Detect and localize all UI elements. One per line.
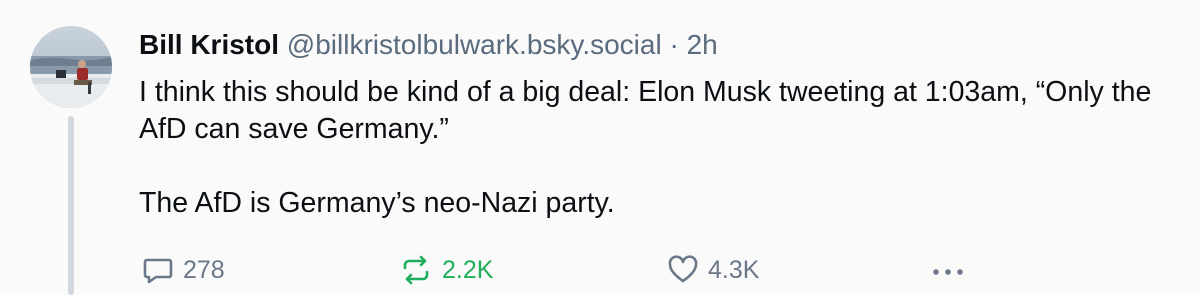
- post-card[interactable]: Bill Kristol @billkristolbulwark.bsky.so…: [0, 0, 1200, 295]
- like-count: 4.3K: [708, 255, 760, 284]
- avatar-photo: [30, 26, 112, 108]
- more-dots-icon: [933, 269, 963, 275]
- thread-line: [68, 116, 74, 295]
- author-handle[interactable]: @billkristolbulwark.bsky.social: [287, 29, 662, 60]
- like-button[interactable]: 4.3K: [668, 252, 759, 288]
- post-text: I think this should be kind of a big dea…: [139, 74, 1179, 222]
- post-header: Bill Kristol @billkristolbulwark.bsky.so…: [139, 27, 718, 63]
- repost-button[interactable]: 2.2K: [400, 252, 493, 288]
- reply-count: 278: [183, 255, 225, 284]
- more-options-button[interactable]: [930, 252, 966, 288]
- speech-bubble-icon: [143, 258, 173, 284]
- reply-button[interactable]: 278: [143, 252, 225, 288]
- author-name[interactable]: Bill Kristol: [139, 29, 279, 60]
- heart-icon: [668, 255, 698, 283]
- repost-arrows-icon: [403, 255, 429, 285]
- post-paragraph: The AfD is Germany’s neo-Nazi party.: [139, 187, 615, 219]
- post-timestamp[interactable]: 2h: [687, 29, 718, 60]
- avatar[interactable]: [30, 26, 112, 108]
- post-paragraph: I think this should be kind of a big dea…: [139, 76, 1152, 145]
- separator-dot: ·: [669, 29, 679, 60]
- repost-count: 2.2K: [442, 255, 494, 284]
